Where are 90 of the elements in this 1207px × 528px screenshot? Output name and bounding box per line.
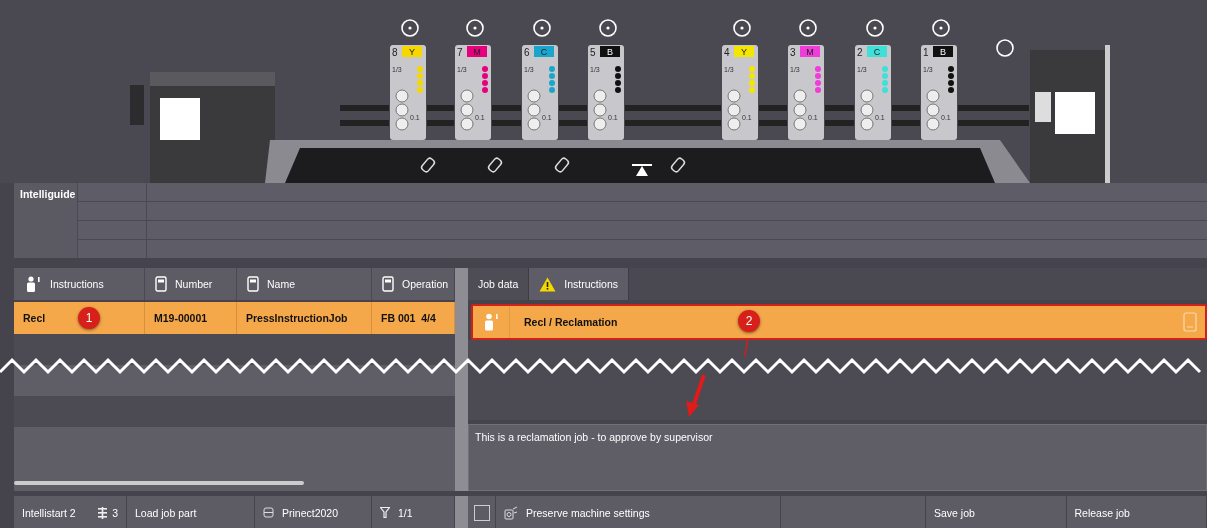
unit-number: 6	[524, 47, 530, 58]
roller-drawing	[860, 89, 874, 131]
rail-drawing	[340, 105, 389, 126]
rotate-icon	[401, 19, 419, 37]
sensor-icon	[486, 156, 504, 174]
note-text: This is a reclamation job - to approve by supervisor	[468, 424, 1207, 491]
unit-number: 4	[724, 47, 730, 58]
roller-drawing	[460, 89, 474, 131]
status-button[interactable]: Prinect2020	[255, 496, 372, 528]
checkbox[interactable]	[473, 504, 490, 521]
ink-dots-icon	[417, 66, 423, 93]
rotate-icon	[466, 19, 484, 37]
server-icon	[263, 507, 274, 518]
sensor-icon	[553, 156, 571, 174]
ink-dots-icon	[549, 66, 555, 93]
splitter[interactable]	[455, 496, 468, 528]
ink-label: C	[540, 47, 548, 57]
ink-label: Y	[741, 47, 747, 57]
rotate-icon	[799, 19, 817, 37]
scrollbar[interactable]	[14, 481, 304, 485]
intelliguide-label: Intelliguide	[19, 187, 77, 202]
filter-icon	[380, 507, 390, 518]
tab[interactable]: Instructions	[529, 268, 629, 300]
rail-drawing	[559, 105, 587, 126]
splitter[interactable]	[455, 268, 468, 491]
person-info-icon	[24, 276, 42, 292]
person-info-icon	[482, 313, 500, 331]
status-button[interactable]: 1/1	[372, 496, 455, 528]
ink-dots-icon	[615, 66, 621, 93]
register-icon	[631, 164, 653, 176]
unit-number: 3	[790, 47, 796, 58]
machine-icon	[504, 505, 518, 520]
roller-drawing	[793, 89, 807, 131]
rotate-icon	[932, 19, 950, 37]
unit-number: 2	[857, 47, 863, 58]
ink-label: B	[607, 47, 613, 57]
column-header[interactable]: Instructions	[14, 268, 145, 300]
button-label: 1/1	[398, 506, 413, 519]
sensor-icon	[669, 156, 687, 174]
count-label: 3	[112, 506, 118, 519]
ink-dots-icon	[482, 66, 488, 93]
ink-dots-icon	[948, 66, 954, 93]
unit-number: 1	[923, 47, 929, 58]
roller-drawing	[395, 89, 409, 131]
tab[interactable]: Job data	[468, 268, 530, 300]
device-icon	[382, 276, 394, 292]
unit-number: 5	[590, 47, 596, 58]
column-header[interactable]: Name	[237, 268, 372, 300]
ink-dots-icon	[882, 66, 888, 93]
roller-drawing	[926, 89, 940, 131]
rail-drawing	[759, 105, 787, 126]
roller-drawing	[527, 89, 541, 131]
roller-drawing	[727, 89, 741, 131]
rotate-icon	[733, 19, 751, 37]
ink-label: C	[873, 47, 881, 57]
ink-dots-icon	[815, 66, 821, 93]
rotate-icon	[996, 39, 1014, 57]
button-label: Prinect2020	[282, 506, 339, 519]
unit-number: 8	[392, 47, 398, 58]
rail-drawing	[825, 105, 854, 126]
instruction-text: Recl / Reclamation	[509, 306, 618, 338]
status-button[interactable]: Intellistart 2 3	[14, 496, 127, 528]
rail-drawing	[958, 105, 1029, 126]
rotate-icon	[866, 19, 884, 37]
ink-label: M	[473, 47, 481, 57]
preserve-settings-button[interactable]: Preserve machine settings	[496, 496, 781, 528]
ink-dots-icon	[749, 66, 755, 93]
button-label: Intellistart 2	[22, 506, 76, 519]
device-icon	[1183, 312, 1197, 332]
ink-label: B	[940, 47, 946, 57]
list-icon	[98, 506, 108, 519]
rail-drawing	[427, 105, 454, 126]
roller-drawing	[593, 89, 607, 131]
ink-label: M	[806, 47, 814, 57]
status-button[interactable]: Load job part	[127, 496, 255, 528]
rotate-icon	[533, 19, 551, 37]
action-button[interactable]: Save job	[926, 496, 1067, 528]
device-icon	[155, 276, 167, 292]
unit-number: 7	[457, 47, 463, 58]
rail-drawing	[492, 105, 521, 126]
rail-drawing	[892, 105, 920, 126]
column-header[interactable]: Number	[145, 268, 237, 300]
leader-line	[744, 337, 749, 357]
button-label: Load job part	[135, 506, 197, 519]
action-button[interactable]: Release job	[1066, 496, 1207, 528]
ink-label: Y	[409, 47, 415, 57]
sensor-icon	[419, 156, 437, 174]
device-icon	[247, 276, 259, 292]
rotate-icon	[599, 19, 617, 37]
pointer-arrow	[686, 374, 706, 417]
